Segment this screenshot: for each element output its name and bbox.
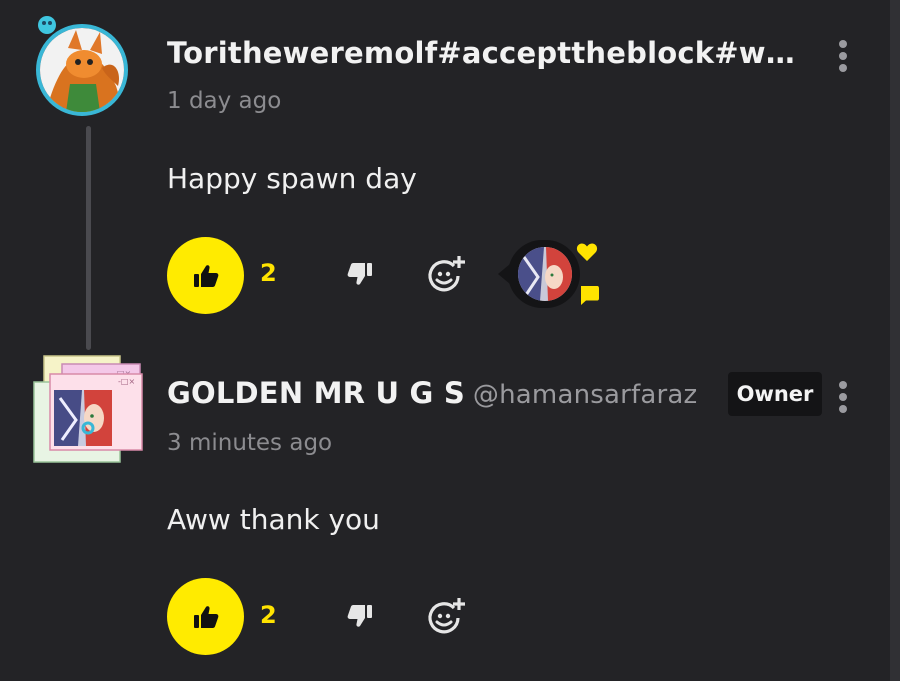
like-count: 2: [260, 259, 277, 287]
avatar[interactable]: -□× -□×: [32, 354, 144, 464]
thumbs-up-icon: [193, 605, 218, 628]
more-options-icon[interactable]: [838, 40, 848, 72]
avatar-frame-decoration-icon: [38, 16, 56, 34]
svg-text:-□×: -□×: [118, 377, 135, 386]
thumbs-down-icon[interactable]: [344, 258, 376, 290]
like-button[interactable]: [167, 237, 244, 314]
like-count: 2: [260, 601, 277, 629]
more-options-icon[interactable]: [838, 381, 848, 413]
comment-item: Toritheweremolf#accepttheblock#welov... …: [0, 0, 890, 340]
thumbs-up-icon: [193, 264, 218, 287]
owner-badge: Owner: [728, 372, 822, 416]
creator-heart-badge: [498, 240, 608, 310]
comment-author[interactable]: Toritheweremolf#accepttheblock#welov...: [167, 36, 807, 70]
author-name: GOLDEN MR U G S: [167, 376, 465, 410]
heart-icon: [576, 243, 598, 261]
comment-author[interactable]: GOLDEN MR U G S @hamansarfaraz: [167, 376, 697, 410]
avatar[interactable]: [36, 24, 128, 116]
like-button[interactable]: [167, 578, 244, 655]
comment-timestamp[interactable]: 3 minutes ago: [167, 430, 332, 456]
thumbs-down-icon[interactable]: [344, 600, 376, 632]
author-handle: @hamansarfaraz: [472, 380, 698, 410]
comment-timestamp[interactable]: 1 day ago: [167, 88, 281, 114]
comment-text: Happy spawn day: [167, 162, 417, 195]
add-reaction-icon[interactable]: [426, 254, 466, 294]
scrollbar-track[interactable]: [890, 0, 900, 681]
creator-avatar: [518, 247, 572, 301]
chat-bubble-icon: [581, 286, 599, 305]
comment-text: Aww thank you: [167, 503, 380, 536]
add-reaction-icon[interactable]: [426, 596, 466, 636]
